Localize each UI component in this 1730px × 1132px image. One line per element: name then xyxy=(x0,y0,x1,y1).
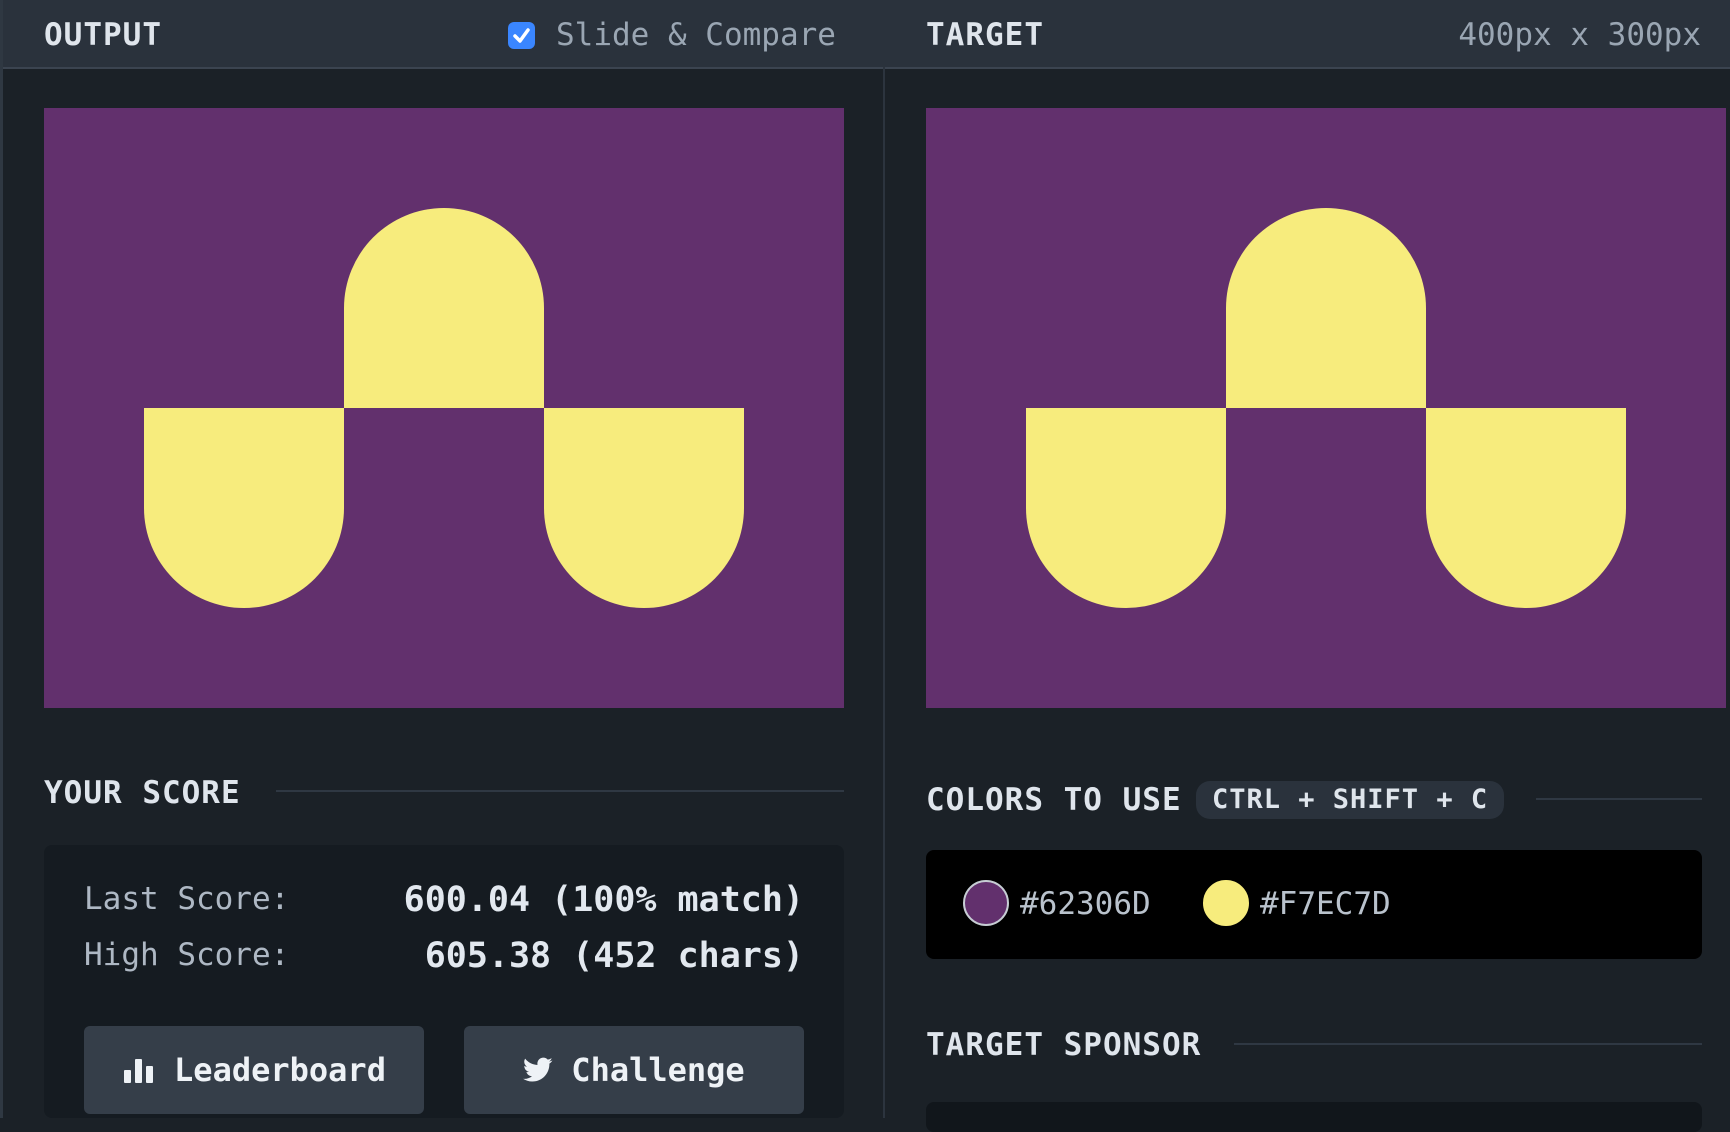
score-panel: Last Score: 600.04 (100% match) High Sco… xyxy=(44,845,844,1118)
output-canvas[interactable] xyxy=(44,108,844,708)
sponsor-box xyxy=(926,1102,1702,1132)
checkmark-icon xyxy=(513,28,530,43)
last-score-label: Last Score: xyxy=(84,881,290,917)
target-header: TARGET xyxy=(926,17,1044,53)
yellow-swatch-icon[interactable] xyxy=(1203,880,1249,926)
bar-chart-icon xyxy=(124,1059,154,1083)
yellow-swatch-hex[interactable]: #F7EC7D xyxy=(1260,884,1391,924)
twitter-bird-icon xyxy=(523,1057,553,1082)
target-size-label: 400px x 300px xyxy=(1458,17,1701,53)
slide-compare-label[interactable]: Slide & Compare xyxy=(556,17,836,53)
target-top-arch xyxy=(1226,208,1426,408)
target-drawing xyxy=(926,108,1726,708)
your-score-title: YOUR SCORE xyxy=(44,775,241,811)
copy-colors-shortcut: CTRL + SHIFT + C xyxy=(1196,781,1505,819)
output-top-arch xyxy=(344,208,544,408)
colors-to-use-title: COLORS TO USE xyxy=(926,782,1182,818)
your-score-rule xyxy=(276,790,844,792)
output-drawing xyxy=(44,108,844,708)
output-header: OUTPUT xyxy=(44,17,162,53)
left-edge-border xyxy=(0,0,3,1118)
output-left-bowl xyxy=(144,408,344,608)
target-sponsor-title: TARGET SPONSOR xyxy=(926,1027,1202,1063)
colors-rule xyxy=(1536,798,1702,800)
purple-swatch-hex[interactable]: #62306D xyxy=(1020,884,1151,924)
high-score-value: 605.38 (452 chars) xyxy=(424,936,804,976)
last-score-value: 600.04 (100% match) xyxy=(403,880,804,920)
target-left-bowl xyxy=(1026,408,1226,608)
output-right-bowl xyxy=(544,408,744,608)
purple-swatch-icon[interactable] xyxy=(963,880,1009,926)
challenge-button-label: Challenge xyxy=(571,1051,745,1089)
high-score-label: High Score: xyxy=(84,937,290,973)
leaderboard-button-label: Leaderboard xyxy=(174,1051,386,1089)
target-sponsor-rule xyxy=(1234,1043,1702,1045)
target-right-bowl xyxy=(1426,408,1626,608)
slide-compare-checkbox[interactable] xyxy=(508,22,535,49)
leaderboard-button[interactable]: Leaderboard xyxy=(84,1026,424,1114)
target-canvas xyxy=(926,108,1726,708)
panel-divider xyxy=(883,67,885,1118)
challenge-button[interactable]: Challenge xyxy=(464,1026,804,1114)
colors-panel: #62306D #F7EC7D xyxy=(926,850,1702,959)
